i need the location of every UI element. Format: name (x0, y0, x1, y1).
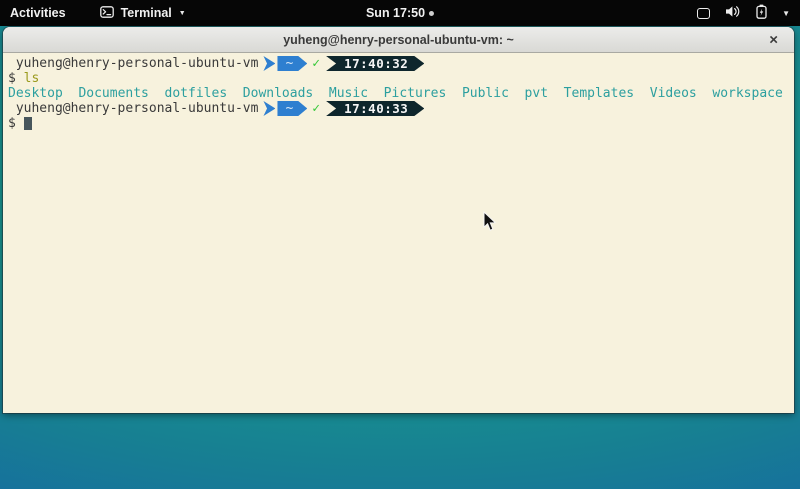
directory-item: Documents (78, 86, 148, 101)
prompt-user-host: yuheng@henry-personal-ubuntu-vm (16, 101, 259, 116)
prompt-line: yuheng@henry-personal-ubuntu-vm ~ ✓ 17:4… (8, 101, 794, 116)
powerline-arrow-icon (263, 101, 275, 116)
directory-item: Pictures (384, 86, 447, 101)
status-check-icon: ✓ (312, 56, 320, 71)
directory-item: dotfiles (165, 86, 228, 101)
system-menu-button[interactable]: ▼ (687, 0, 800, 26)
prompt-path-segment: ~ (277, 101, 307, 116)
command-line: $ ls (8, 71, 794, 86)
display-icon (697, 8, 710, 19)
directory-item: pvt (525, 86, 548, 101)
close-button[interactable]: × (766, 31, 781, 48)
prompt-path-segment: ~ (277, 56, 307, 71)
prompt-user-host: yuheng@henry-personal-ubuntu-vm (16, 56, 259, 71)
clock-button[interactable]: Sun 17:50 (366, 0, 434, 26)
directory-item: Videos (650, 86, 697, 101)
terminal-window: yuheng@henry-personal-ubuntu-vm: ~ × yuh… (3, 27, 794, 413)
chevron-down-icon: ▼ (782, 9, 790, 18)
window-title: yuheng@henry-personal-ubuntu-vm: ~ (283, 33, 514, 47)
activities-label: Activities (10, 6, 66, 20)
directory-item: Downloads (243, 86, 313, 101)
directory-item: Desktop (8, 86, 63, 101)
chevron-down-icon: ▼ (179, 10, 186, 17)
status-check-icon: ✓ (312, 101, 320, 116)
directory-item: Templates (564, 86, 634, 101)
directory-item: Public (462, 86, 509, 101)
app-menu-label: Terminal (121, 6, 172, 20)
prompt-line: yuheng@henry-personal-ubuntu-vm ~ ✓ 17:4… (8, 56, 794, 71)
directory-item: Music (329, 86, 368, 101)
prompt-time-badge: 17:40:32 (326, 56, 424, 71)
prompt-time-badge: 17:40:33 (326, 101, 424, 116)
prompt-dollar: $ (8, 71, 16, 86)
terminal-block-cursor (24, 117, 32, 130)
clock-label: Sun 17:50 (366, 6, 425, 20)
battery-charging-icon (756, 4, 767, 22)
activities-button[interactable]: Activities (0, 0, 76, 26)
app-menu-terminal[interactable]: Terminal ▼ (100, 0, 186, 26)
ls-output-line: Desktop Documents dotfiles Downloads Music Pi… (8, 86, 794, 101)
terminal-app-icon (100, 6, 114, 21)
input-line: $ (8, 116, 794, 131)
powerline-arrow-icon (263, 56, 275, 71)
top-bar: Activities Terminal ▼ Sun 17:50 (0, 0, 800, 26)
terminal-content[interactable]: yuheng@henry-personal-ubuntu-vm ~ ✓ 17:4… (3, 53, 794, 412)
volume-icon (725, 5, 741, 21)
window-titlebar[interactable]: yuheng@henry-personal-ubuntu-vm: ~ × (3, 27, 794, 53)
notification-dot (429, 11, 434, 16)
command-text: ls (24, 71, 40, 86)
prompt-dollar: $ (8, 116, 16, 131)
directory-item: workspace (712, 86, 782, 101)
